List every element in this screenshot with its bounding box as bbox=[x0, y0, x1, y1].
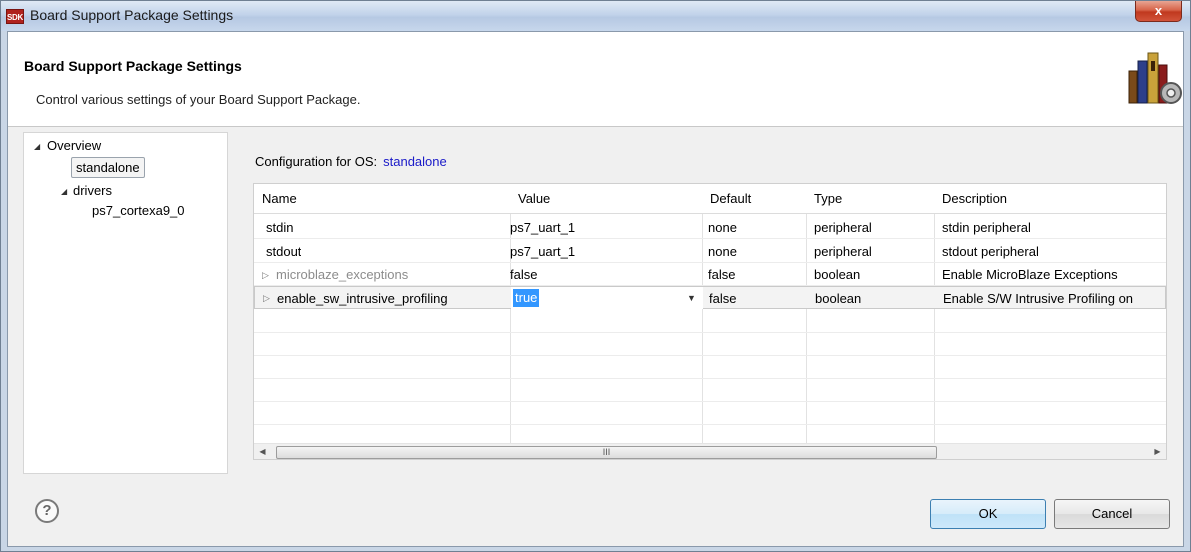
config-label-text: Configuration for OS: bbox=[255, 154, 378, 169]
cell-description: Enable MicroBlaze Exceptions bbox=[942, 267, 1118, 282]
table-header: Name Value Default Type Description bbox=[254, 184, 1166, 214]
cell-description: stdin peripheral bbox=[942, 220, 1031, 235]
bsp-tree: ◢ Overview standalone ◢ drivers ps7_cort… bbox=[23, 132, 228, 474]
dialog-header: Board Support Package Settings Control v… bbox=[8, 32, 1183, 127]
tree-item-drivers[interactable]: drivers bbox=[73, 183, 112, 198]
table-row[interactable]: stdin ps7_uart_1 none peripheral stdin p… bbox=[254, 216, 1166, 239]
header-subtitle: Control various settings of your Board S… bbox=[36, 92, 361, 107]
cell-type: peripheral bbox=[814, 244, 872, 259]
expand-arrow-icon[interactable]: ▷ bbox=[262, 270, 269, 281]
scrollbar-thumb[interactable]: III bbox=[276, 446, 937, 459]
sdk-app-icon: SDK bbox=[6, 9, 24, 24]
cell-value[interactable]: false bbox=[502, 263, 537, 286]
window-title: Board Support Package Settings bbox=[30, 7, 234, 23]
title-bar[interactable]: SDK Board Support Package Settings x bbox=[1, 1, 1190, 31]
horizontal-scrollbar[interactable]: ◀ III ▶ bbox=[254, 443, 1166, 459]
dropdown-arrow-icon[interactable]: ▼ bbox=[687, 293, 696, 303]
scroll-left-icon[interactable]: ◀ bbox=[254, 444, 271, 459]
cell-default: none bbox=[708, 244, 737, 259]
column-header-value[interactable]: Value bbox=[510, 184, 550, 214]
table-row[interactable]: stdout ps7_uart_1 none peripheral stdout… bbox=[254, 240, 1166, 263]
collapse-triangle-icon[interactable]: ◢ bbox=[34, 142, 40, 151]
books-gear-icon bbox=[1128, 52, 1182, 104]
config-label: Configuration for OS: standalone bbox=[255, 154, 447, 169]
column-header-description[interactable]: Description bbox=[934, 184, 1007, 214]
help-icon[interactable]: ? bbox=[35, 499, 59, 523]
column-header-type[interactable]: Type bbox=[806, 184, 842, 214]
expand-arrow-icon[interactable]: ▷ bbox=[263, 293, 270, 304]
cell-type: boolean bbox=[815, 291, 862, 306]
ok-button[interactable]: OK bbox=[930, 499, 1046, 529]
config-os-name: standalone bbox=[383, 154, 447, 169]
value-editor-text[interactable]: true bbox=[513, 289, 540, 307]
cell-description: Enable S/W Intrusive Profiling on bbox=[943, 291, 1134, 306]
cell-default: false bbox=[708, 267, 736, 282]
cell-default: none bbox=[708, 220, 737, 235]
cell-default: false bbox=[709, 291, 737, 306]
table-row-selected[interactable]: ▷ enable_sw_intrusive_profiling true ▼ f… bbox=[254, 286, 1166, 309]
dialog-window: SDK Board Support Package Settings x Boa… bbox=[0, 0, 1191, 552]
cancel-button[interactable]: Cancel bbox=[1054, 499, 1170, 529]
tree-item-overview[interactable]: Overview bbox=[47, 138, 101, 153]
column-header-name[interactable]: Name bbox=[254, 184, 297, 214]
cell-type: boolean bbox=[814, 267, 861, 282]
cell-description: stdout peripheral bbox=[942, 244, 1039, 259]
empty-row bbox=[254, 333, 1166, 356]
empty-row bbox=[254, 356, 1166, 379]
tree-item-standalone[interactable]: standalone bbox=[71, 157, 145, 178]
cell-type: peripheral bbox=[814, 220, 872, 235]
collapse-triangle-icon[interactable]: ◢ bbox=[61, 187, 67, 196]
empty-row bbox=[254, 310, 1166, 333]
cell-value[interactable]: ps7_uart_1 bbox=[502, 240, 575, 263]
column-header-default[interactable]: Default bbox=[702, 184, 751, 214]
cell-name: stdin bbox=[266, 220, 294, 235]
close-button[interactable]: x bbox=[1135, 1, 1182, 22]
cell-name: stdout bbox=[266, 244, 302, 259]
empty-row bbox=[254, 402, 1166, 425]
tree-item-ps7-cortexa9-0[interactable]: ps7_cortexa9_0 bbox=[92, 203, 185, 218]
settings-table: Name Value Default Type Description stdi… bbox=[253, 183, 1167, 460]
header-title: Board Support Package Settings bbox=[24, 58, 242, 74]
cell-name: microblaze_exceptions bbox=[276, 267, 409, 282]
empty-row bbox=[254, 379, 1166, 402]
value-combo[interactable]: true ▼ bbox=[511, 287, 703, 309]
dialog-client-area: Board Support Package Settings Control v… bbox=[7, 31, 1184, 547]
cell-value[interactable]: ps7_uart_1 bbox=[502, 216, 575, 239]
table-row[interactable]: ▷ microblaze_exceptions false false bool… bbox=[254, 263, 1166, 286]
scroll-right-icon[interactable]: ▶ bbox=[1149, 444, 1166, 459]
cell-name: enable_sw_intrusive_profiling bbox=[277, 291, 448, 306]
